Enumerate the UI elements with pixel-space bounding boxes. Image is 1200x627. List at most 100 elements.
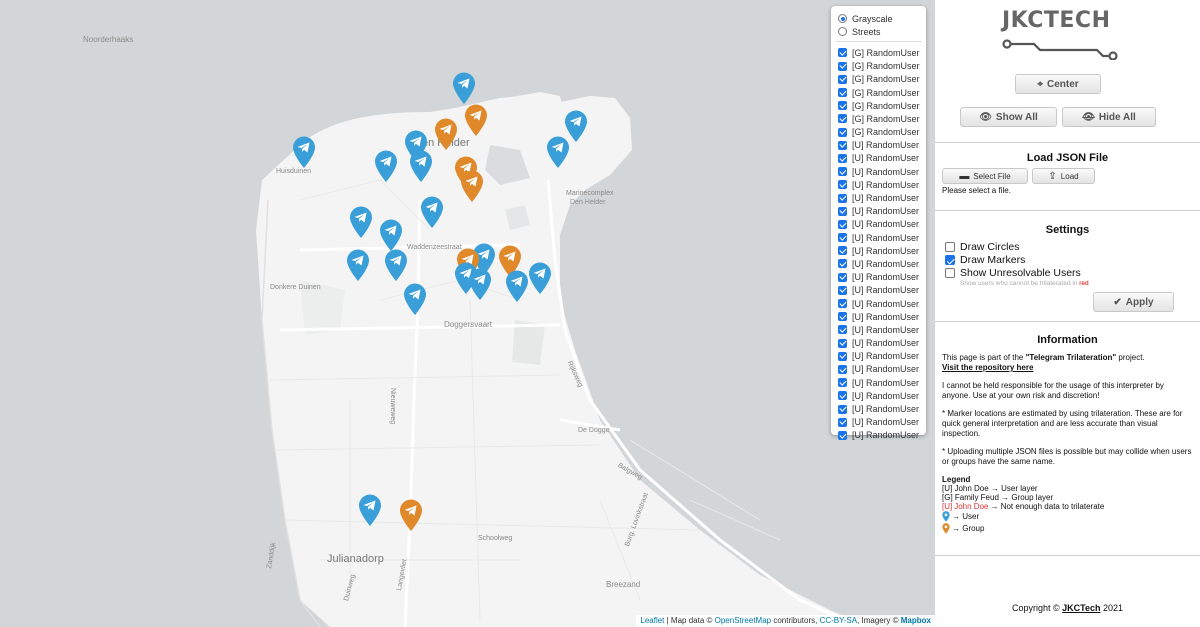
- overlay-layer-checkbox[interactable]: [838, 338, 847, 348]
- group-marker[interactable]: [464, 104, 488, 137]
- overlay-layer-option[interactable]: [U] RandomUser: [838, 178, 920, 191]
- overlay-layer-option[interactable]: [G] RandomUser: [838, 46, 920, 59]
- user-marker[interactable]: [358, 494, 382, 527]
- user-marker[interactable]: [346, 249, 370, 282]
- overlay-layer-checkbox[interactable]: [838, 364, 847, 374]
- overlay-layer-option[interactable]: [G] RandomUser: [838, 86, 920, 99]
- user-marker[interactable]: [349, 206, 373, 239]
- user-marker[interactable]: [468, 268, 492, 301]
- overlay-layer-checkbox[interactable]: [838, 206, 847, 216]
- overlay-layer-option[interactable]: [U] RandomUser: [838, 231, 920, 244]
- overlay-layer-checkbox[interactable]: [838, 193, 847, 203]
- map-view[interactable]: Noorderhaaks en Helder Huisduinen Marine…: [0, 0, 935, 627]
- user-marker[interactable]: [420, 196, 444, 229]
- apply-button[interactable]: ✔ Apply: [1093, 292, 1174, 312]
- user-marker[interactable]: [528, 262, 552, 295]
- user-marker[interactable]: [384, 249, 408, 282]
- overlay-layer-checkbox[interactable]: [838, 430, 847, 440]
- overlay-layer-option[interactable]: [U] RandomUser: [838, 310, 920, 323]
- overlay-layer-option[interactable]: [U] RandomUser: [838, 218, 920, 231]
- user-marker[interactable]: [292, 136, 316, 169]
- layer-control[interactable]: Grayscale Streets [G] RandomUser [G] Rando…: [831, 6, 926, 440]
- show-all-button[interactable]: 👁 Show All: [960, 107, 1057, 127]
- draw-markers-option[interactable]: Draw Markers: [945, 254, 1025, 266]
- overlay-layer-option[interactable]: [U] RandomUser: [838, 152, 920, 165]
- overlay-layer-checkbox[interactable]: [838, 272, 847, 282]
- base-layer-option[interactable]: Grayscale: [838, 12, 920, 25]
- overlay-layer-option[interactable]: [G] RandomUser: [838, 60, 920, 73]
- leaflet-link[interactable]: Leaflet: [640, 616, 664, 625]
- overlay-layer-option[interactable]: [U] RandomUser: [838, 205, 920, 218]
- overlay-layer-checkbox[interactable]: [838, 285, 847, 295]
- overlay-layer-checkbox[interactable]: [838, 61, 847, 71]
- show-unresolvable-option[interactable]: Show Unresolvable Users: [945, 267, 1081, 279]
- overlay-layer-checkbox[interactable]: [838, 140, 847, 150]
- overlay-layer-option[interactable]: [U] RandomUser: [838, 284, 920, 297]
- overlay-layer-option[interactable]: [U] RandomUser: [838, 389, 920, 402]
- overlay-layer-option[interactable]: [U] RandomUser: [838, 376, 920, 389]
- overlay-layer-option[interactable]: [U] RandomUser: [838, 271, 920, 284]
- overlay-layer-option[interactable]: [U] RandomUser: [838, 139, 920, 152]
- overlay-layer-option[interactable]: [U] RandomUser: [838, 429, 920, 442]
- base-layer-radio[interactable]: [838, 27, 847, 37]
- overlay-layer-checkbox[interactable]: [838, 101, 847, 111]
- overlay-layer-option[interactable]: [U] RandomUser: [838, 191, 920, 204]
- base-layer-option[interactable]: Streets: [838, 25, 920, 38]
- user-marker[interactable]: [505, 270, 529, 303]
- repository-link[interactable]: Visit the repository here: [942, 363, 1033, 372]
- overlay-layer-checkbox[interactable]: [838, 48, 847, 58]
- draw-circles-checkbox[interactable]: [945, 242, 955, 252]
- hide-all-button[interactable]: 👁 Hide All: [1062, 107, 1156, 127]
- overlay-layer-option[interactable]: [U] RandomUser: [838, 337, 920, 350]
- overlay-layer-checkbox[interactable]: [838, 259, 847, 269]
- load-button[interactable]: ⇪ Load: [1032, 168, 1095, 184]
- user-marker[interactable]: [379, 219, 403, 252]
- overlay-layer-option[interactable]: [G] RandomUser: [838, 112, 920, 125]
- overlay-layer-option[interactable]: [G] RandomUser: [838, 73, 920, 86]
- mapbox-link[interactable]: Mapbox: [901, 616, 931, 625]
- overlay-layer-option[interactable]: [U] RandomUser: [838, 323, 920, 336]
- overlay-layer-checkbox[interactable]: [838, 299, 847, 309]
- overlay-layer-option[interactable]: [G] RandomUser: [838, 99, 920, 112]
- copyright-link[interactable]: JKCTech: [1062, 603, 1100, 613]
- overlay-layer-checkbox[interactable]: [838, 391, 847, 401]
- overlay-layer-checkbox[interactable]: [838, 88, 847, 98]
- overlay-layer-option[interactable]: [U] RandomUser: [838, 363, 920, 376]
- overlay-layer-checkbox[interactable]: [838, 127, 847, 137]
- overlay-layer-option[interactable]: [U] RandomUser: [838, 297, 920, 310]
- overlay-layer-checkbox[interactable]: [838, 74, 847, 84]
- overlay-layer-checkbox[interactable]: [838, 153, 847, 163]
- user-marker[interactable]: [452, 72, 476, 105]
- overlay-layer-checkbox[interactable]: [838, 312, 847, 322]
- overlay-layer-option[interactable]: [U] RandomUser: [838, 416, 920, 429]
- overlay-layer-option[interactable]: [G] RandomUser: [838, 126, 920, 139]
- overlay-layer-option[interactable]: [U] RandomUser: [838, 244, 920, 257]
- overlay-layer-checkbox[interactable]: [838, 114, 847, 124]
- overlay-layer-checkbox[interactable]: [838, 325, 847, 335]
- overlay-layer-option[interactable]: [U] RandomUser: [838, 165, 920, 178]
- overlay-layer-checkbox[interactable]: [838, 180, 847, 190]
- overlay-layer-option[interactable]: [U] RandomUser: [838, 402, 920, 415]
- overlay-layer-checkbox[interactable]: [838, 219, 847, 229]
- user-marker[interactable]: [409, 150, 433, 183]
- draw-markers-checkbox[interactable]: [945, 255, 955, 265]
- user-marker[interactable]: [374, 150, 398, 183]
- draw-circles-option[interactable]: Draw Circles: [945, 241, 1020, 253]
- license-link[interactable]: CC-BY-SA: [820, 616, 858, 625]
- overlay-layer-checkbox[interactable]: [838, 351, 847, 361]
- select-file-button[interactable]: ▬ Select File: [942, 168, 1028, 184]
- group-marker[interactable]: [460, 170, 484, 203]
- base-layer-radio[interactable]: [838, 14, 847, 24]
- overlay-layer-checkbox[interactable]: [838, 246, 847, 256]
- user-marker[interactable]: [403, 283, 427, 316]
- overlay-layer-checkbox[interactable]: [838, 417, 847, 427]
- overlay-layer-checkbox[interactable]: [838, 233, 847, 243]
- osm-link[interactable]: OpenStreetMap: [715, 616, 771, 625]
- overlay-layer-option[interactable]: [U] RandomUser: [838, 257, 920, 270]
- center-button[interactable]: ⌖ Center: [1015, 74, 1101, 94]
- user-marker[interactable]: [546, 136, 570, 169]
- overlay-layer-checkbox[interactable]: [838, 378, 847, 388]
- overlay-layer-option[interactable]: [U] RandomUser: [838, 350, 920, 363]
- overlay-layer-checkbox[interactable]: [838, 167, 847, 177]
- overlay-layer-checkbox[interactable]: [838, 404, 847, 414]
